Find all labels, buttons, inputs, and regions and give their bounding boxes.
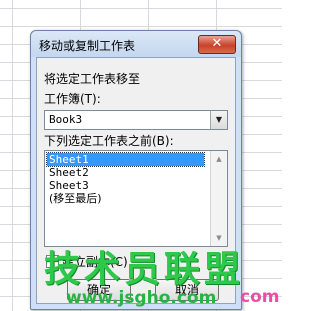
close-button[interactable]: ✕ — [198, 35, 236, 54]
sheet-list-scrollbar[interactable]: ▲ ▼ — [210, 151, 227, 246]
sheet-list-item-sheet1[interactable]: Sheet1 — [46, 152, 205, 167]
sheet-list-item-sheet2[interactable]: Sheet2 — [47, 166, 204, 179]
before-sheet-label: 下列选定工作表之前(B): — [44, 134, 174, 148]
dialog-title: 移动或复制工作表 — [39, 39, 136, 53]
workbook-select[interactable]: Book3 ▼ — [44, 110, 228, 130]
sheet-list-item-sheet3[interactable]: Sheet3 — [47, 179, 204, 192]
sheet-list-item-move-to-end[interactable]: (移至最后) — [47, 192, 204, 205]
scroll-up-icon[interactable]: ▲ — [211, 151, 227, 167]
move-to-label: 将选定工作表移至 — [44, 72, 141, 86]
chevron-down-icon: ▼ — [215, 115, 223, 124]
watermark-url: www.jsgho.com — [66, 288, 217, 308]
watermark-brand: 技术员联盟 — [44, 249, 245, 290]
close-icon: ✕ — [211, 36, 223, 51]
workbook-label: 工作簿(T): — [44, 92, 101, 106]
sheet-listbox[interactable]: Sheet1 Sheet2 Sheet3 (移至最后) ▲ ▼ — [44, 150, 228, 247]
watermark-com: com — [240, 287, 280, 307]
dialog-titlebar[interactable]: 移动或复制工作表 ✕ — [31, 31, 241, 57]
workbook-select-value: Book3 — [49, 113, 83, 126]
workbook-dropdown-button[interactable]: ▼ — [210, 111, 227, 129]
